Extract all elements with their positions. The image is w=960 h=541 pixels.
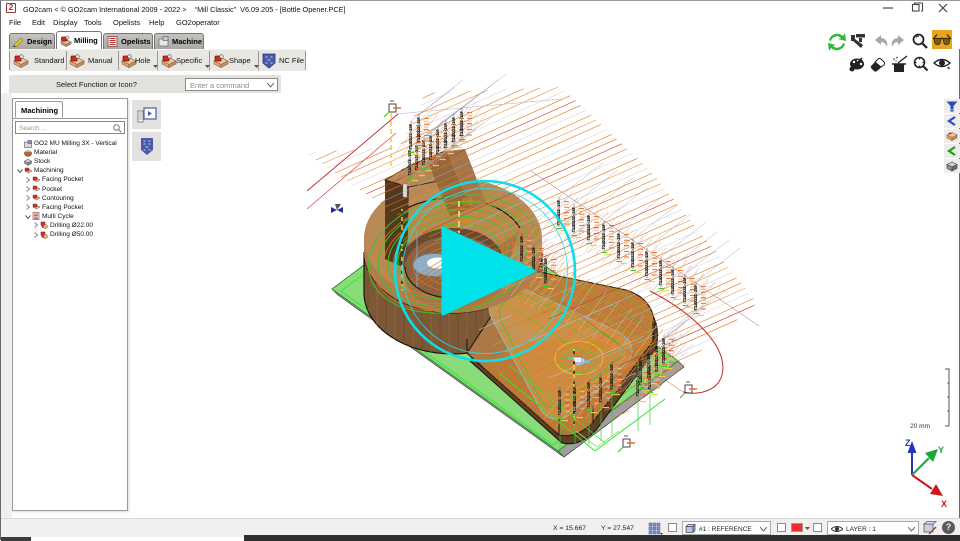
svg-text:X: X [941, 499, 947, 509]
svg-text:Z: Z [905, 438, 911, 448]
svg-text:49: 49 [462, 217, 473, 228]
svg-text:Y: Y [938, 445, 944, 455]
svg-text:20 mm: 20 mm [910, 423, 930, 430]
svg-text:50: 50 [462, 197, 473, 208]
